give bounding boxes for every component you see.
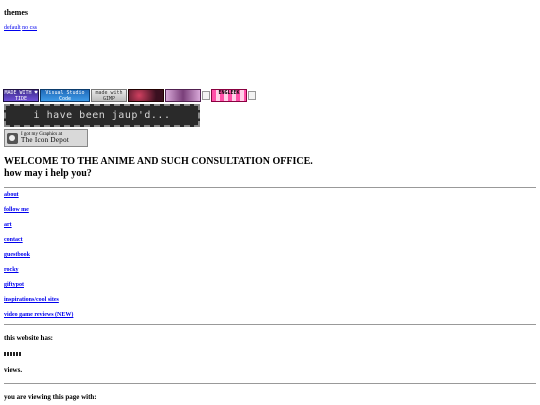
hit-counter	[4, 352, 21, 356]
divider	[4, 324, 536, 325]
badge-made-with-tide[interactable]: MADE WITH ♥ TIDE	[3, 88, 39, 102]
theme-default-link[interactable]: default	[4, 25, 21, 31]
nav-contact[interactable]: contact	[4, 237, 23, 243]
badge-vscode[interactable]: Visual Studio Code	[40, 88, 90, 102]
views-label: views.	[4, 366, 23, 374]
depot-logo-icon	[7, 132, 18, 144]
site-has-label: this website has:	[4, 334, 54, 342]
badge-purple-art[interactable]	[165, 88, 201, 102]
broken-image-icon	[248, 90, 256, 100]
broken-image-icon	[202, 90, 210, 100]
nav-art[interactable]: art	[4, 222, 12, 228]
viewing-with-label: you are viewing this page with:	[4, 393, 97, 401]
nav-video-game-reviews[interactable]: video game reviews (NEW)	[4, 312, 73, 318]
depot-line-2: The Icon Depot	[21, 136, 70, 144]
jaup-banner[interactable]: i have been jaup'd...	[4, 104, 200, 127]
themes-section: themes	[4, 8, 28, 17]
badge-dark-art[interactable]	[128, 88, 164, 102]
welcome-subheading: how may i help you?	[4, 168, 92, 179]
nav-rocky[interactable]: rocky	[4, 267, 19, 273]
welcome-heading: WELCOME TO THE ANIME AND SUCH CONSULTATI…	[4, 156, 313, 179]
badge-gimp[interactable]: made with GIMP	[91, 88, 127, 102]
nav-inspirations[interactable]: inspirations/cool sites	[4, 297, 59, 303]
theme-links: default no css	[4, 25, 37, 31]
badge-engleek[interactable]: ENGLEEK	[211, 88, 247, 102]
nav-giftypot[interactable]: giftypot	[4, 282, 24, 288]
divider	[4, 187, 536, 188]
nav-follow-me[interactable]: follow me	[4, 207, 29, 213]
icon-depot-badge[interactable]: I got my Graphics at The Icon Depot	[4, 129, 88, 147]
divider	[4, 383, 536, 384]
nav-about[interactable]: about	[4, 192, 19, 198]
main-nav: about follow me art contact guestbook ro…	[4, 191, 73, 326]
theme-no-css-link[interactable]: no css	[22, 25, 37, 31]
themes-heading: themes	[4, 8, 28, 17]
badge-row: MADE WITH ♥ TIDE Visual Studio Code made…	[3, 88, 256, 102]
nav-guestbook[interactable]: guestbook	[4, 252, 30, 258]
